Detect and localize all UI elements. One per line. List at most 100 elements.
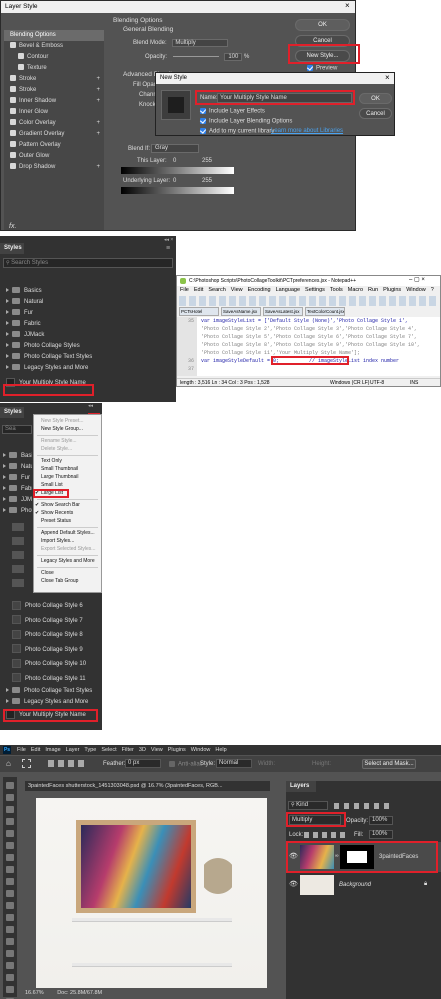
effect-item[interactable]: Blending Options	[4, 30, 104, 41]
menu-plugins[interactable]: Plugins	[168, 747, 186, 753]
menu-item[interactable]: New Style Preset...	[34, 417, 101, 425]
effect-item[interactable]: Inner Glow	[4, 107, 104, 118]
document-canvas[interactable]	[36, 798, 267, 988]
opacity-field[interactable]: 100%	[369, 816, 393, 825]
effect-item[interactable]: Bevel & Emboss	[4, 41, 104, 52]
tool-icon[interactable]	[6, 866, 14, 873]
blend-if-select[interactable]: Gray	[151, 144, 199, 153]
chevron-right-icon[interactable]	[6, 343, 9, 348]
menu-item[interactable]: New Style Group...	[34, 425, 101, 433]
menu-item[interactable]: Rename Style...	[34, 437, 101, 445]
tool-icon[interactable]	[6, 914, 14, 921]
cancel-button[interactable]: Cancel	[359, 108, 392, 119]
menu-view[interactable]: View	[151, 747, 163, 753]
menu-layer[interactable]: Layer	[66, 747, 80, 753]
menu-help[interactable]: Help	[215, 747, 226, 753]
menu-file[interactable]: File	[180, 287, 189, 293]
effect-item[interactable]: Color Overlay +	[4, 118, 104, 129]
opacity-slider[interactable]	[172, 55, 219, 57]
menu-image[interactable]: Image	[45, 747, 60, 753]
styles-group-4[interactable]: JJMack	[0, 330, 176, 341]
chevron-right-icon[interactable]	[6, 299, 9, 304]
lock-icons[interactable]	[304, 832, 349, 838]
close-icon[interactable]: ×	[345, 1, 350, 10]
collage-style-item[interactable]: Photo Collage Style 10	[0, 657, 102, 672]
opacity-field[interactable]: 100	[224, 53, 243, 61]
menu-window[interactable]: Window	[191, 747, 211, 753]
effect-item[interactable]: Stroke +	[4, 85, 104, 96]
chevron-right-icon[interactable]	[3, 453, 6, 458]
menu-item[interactable]: Close Tab Group	[34, 577, 101, 585]
plus-icon[interactable]: +	[96, 96, 100, 107]
chevron-right-icon[interactable]	[6, 354, 9, 359]
checkbox-icon[interactable]	[18, 53, 24, 60]
chevron-right-icon[interactable]	[6, 332, 9, 337]
collage-style-item[interactable]: Photo Collage Style 8	[0, 628, 102, 643]
styles-tab[interactable]: Styles	[0, 407, 24, 418]
effect-item[interactable]: Outer Glow	[4, 151, 104, 162]
menu-help[interactable]: ?	[431, 287, 434, 293]
layers-tab[interactable]: Layers	[286, 781, 316, 792]
styles-group[interactable]: Legacy Styles and More	[0, 697, 102, 708]
collage-style-item[interactable]: Photo Collage Style 11	[0, 672, 102, 687]
file-tab[interactable]: TextColorCount.jsx	[305, 307, 345, 316]
feather-field[interactable]: 0 px	[125, 759, 161, 768]
file-tab[interactable]: PCTsHotel	[179, 307, 219, 316]
effect-item[interactable]: Pattern Overlay	[4, 140, 104, 151]
checkbox-icon[interactable]	[10, 130, 16, 137]
checkbox-icon[interactable]	[10, 97, 16, 104]
tool-icon[interactable]	[6, 974, 14, 981]
collage-style-item[interactable]: Photo Collage Style 7	[0, 614, 102, 629]
menu-macro[interactable]: Macro	[348, 287, 363, 293]
plus-icon[interactable]: +	[96, 162, 100, 173]
tool-icon[interactable]	[6, 926, 14, 933]
editor-area[interactable]: 35 var imageStyleList = ['Default Style (…	[177, 317, 440, 376]
fx-icon[interactable]: fx.	[9, 223, 16, 230]
include-effects-checkbox[interactable]: Include Layer Effects	[200, 108, 265, 115]
menu-item[interactable]: Preset Status	[34, 517, 101, 525]
menu-item[interactable]: Append Default Styles...	[34, 529, 101, 537]
eye-icon[interactable]: 👁︎	[289, 880, 298, 888]
filter-icons[interactable]	[334, 803, 389, 809]
checkbox-icon[interactable]	[10, 119, 16, 126]
tool-icon[interactable]	[6, 878, 14, 885]
chevron-right-icon[interactable]	[6, 310, 9, 315]
menu-item[interactable]: Import Styles...	[34, 537, 101, 545]
checkbox-icon[interactable]	[18, 64, 24, 71]
panel-collapse-icon[interactable]: ◂◂ ×	[164, 237, 173, 243]
layer-filter-kind[interactable]: ⚲ Kind	[288, 801, 328, 810]
styles-search-input[interactable]: Sea	[2, 425, 32, 434]
selection-mode-icons[interactable]	[48, 760, 88, 767]
menu-item[interactable]: ✔ Show Search Bar	[34, 501, 101, 509]
tool-icon[interactable]	[6, 782, 14, 789]
effect-item[interactable]: Texture	[4, 63, 104, 74]
menu-item[interactable]: Large Thumbnail	[34, 473, 101, 481]
menu-language[interactable]: Language	[276, 287, 300, 293]
menu-item[interactable]: Small List	[34, 481, 101, 489]
styles-group-3[interactable]: Fabr	[0, 484, 32, 495]
tool-icon[interactable]	[6, 938, 14, 945]
collage-style-item[interactable]: Photo Collage Style 9	[0, 643, 102, 658]
menu-view[interactable]: View	[231, 287, 243, 293]
effect-item[interactable]: Inner Shadow +	[4, 96, 104, 107]
checkbox-icon[interactable]	[10, 152, 16, 159]
menu-item[interactable]: Close	[34, 569, 101, 577]
styles-group-6[interactable]: Photo Collage Text Styles	[0, 352, 176, 363]
tool-icon[interactable]	[6, 890, 14, 897]
styles-group-2[interactable]: Fur	[0, 308, 176, 319]
menu-item[interactable]: Small Thumbnail	[34, 465, 101, 473]
add-library-checkbox[interactable]: Add to my current library	[200, 128, 274, 135]
styles-group-2[interactable]: Fur	[0, 473, 32, 484]
styles-group-3[interactable]: Fabric	[0, 319, 176, 330]
blend-mode-select[interactable]: Multiply	[172, 39, 229, 47]
styles-search-input[interactable]: ⚲ Search Styles	[3, 258, 173, 268]
select-and-mask-button[interactable]: Select and Mask...	[362, 759, 416, 769]
this-layer-gradient[interactable]	[121, 167, 234, 174]
menu-file[interactable]: File	[17, 747, 26, 753]
menu-item[interactable]: Delete Style...	[34, 445, 101, 453]
tool-icon[interactable]	[6, 950, 14, 957]
tool-icon[interactable]	[6, 854, 14, 861]
chevron-right-icon[interactable]	[3, 508, 6, 513]
effect-item[interactable]: Contour	[4, 52, 104, 63]
tool-icon[interactable]	[6, 902, 14, 909]
